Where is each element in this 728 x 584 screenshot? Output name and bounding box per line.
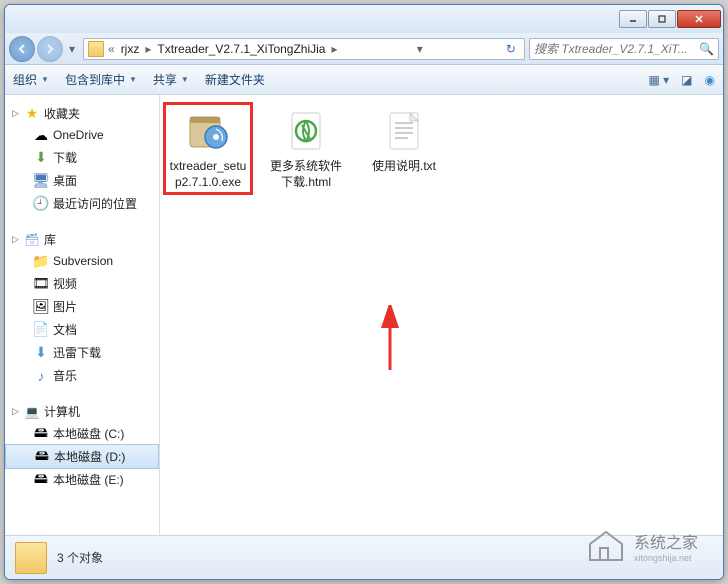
organize-label: 组织 (13, 71, 37, 88)
search-input[interactable] (534, 42, 695, 56)
favorites-label: 收藏夹 (44, 105, 80, 122)
file-item-installer[interactable]: txtreader_setup2.7.1.0.exe (168, 107, 248, 190)
music-icon: ♪ (33, 368, 49, 384)
file-label: txtreader_setup2.7.1.0.exe (168, 159, 248, 190)
sidebar-item-drive-d[interactable]: 🖴本地磁盘 (D:) (5, 444, 159, 469)
newfolder-label: 新建文件夹 (205, 71, 265, 88)
toolbar: 组织 ▼ 包含到库中 ▼ 共享 ▼ 新建文件夹 ▦ ▾ ◪ ◉ (5, 65, 723, 95)
folder-icon (88, 41, 104, 57)
computer-icon: 💻 (24, 404, 40, 420)
file-label: 更多系统软件下载.html (266, 159, 346, 190)
txt-icon (380, 107, 428, 155)
folder-icon (15, 542, 47, 574)
installer-icon (184, 107, 232, 155)
drive-icon: 🖴 (33, 426, 49, 442)
breadcrumb-item[interactable]: rjxz (119, 42, 142, 56)
download-icon: ⬇ (33, 150, 49, 166)
chevron-right-icon[interactable]: ▸ (331, 42, 337, 56)
sidebar-item-drive-c[interactable]: 🖴本地磁盘 (C:) (5, 422, 159, 445)
content-area: ▷ ★ 收藏夹 ☁OneDrive ⬇下载 🖥桌面 🕘最近访问的位置 ▷ 🗃 库… (5, 95, 723, 535)
library-icon: 🗃 (24, 232, 40, 248)
addressbar: ▾ « rjxz ▸ Txtreader_V2.7.1_XiTongZhiJia… (5, 33, 723, 65)
thunder-icon: ⬇ (33, 345, 49, 361)
recent-icon: 🕘 (33, 196, 49, 212)
include-in-library-menu[interactable]: 包含到库中 ▼ (65, 71, 137, 88)
star-icon: ★ (24, 106, 40, 122)
file-item-txt[interactable]: 使用说明.txt (364, 107, 444, 175)
computer-label: 计算机 (44, 403, 80, 420)
annotation-arrow (375, 305, 405, 375)
computer-header[interactable]: ▷ 💻 计算机 (5, 401, 159, 422)
help-button[interactable]: ◉ (705, 73, 715, 87)
sidebar-item-onedrive[interactable]: ☁OneDrive (5, 124, 159, 146)
status-text: 3 个对象 (57, 549, 103, 566)
sidebar-item-music[interactable]: ♪音乐 (5, 364, 159, 387)
view-options-button[interactable]: ▦ ▾ (648, 73, 669, 87)
close-button[interactable] (677, 10, 721, 28)
expand-icon: ▷ (11, 235, 20, 244)
breadcrumb-item[interactable]: Txtreader_V2.7.1_XiTongZhiJia (155, 42, 327, 56)
libraries-section: ▷ 🗃 库 📁Subversion 🎞视频 🖼图片 📄文档 ⬇迅雷下载 ♪音乐 (5, 229, 159, 387)
preview-pane-button[interactable]: ◪ (681, 73, 692, 87)
nav-buttons: ▾ (9, 36, 79, 62)
expand-icon: ▷ (11, 407, 20, 416)
libraries-header[interactable]: ▷ 🗃 库 (5, 229, 159, 250)
favorites-header[interactable]: ▷ ★ 收藏夹 (5, 103, 159, 124)
explorer-window: ▾ « rjxz ▸ Txtreader_V2.7.1_XiTongZhiJia… (4, 4, 724, 580)
svn-icon: 📁 (33, 253, 49, 269)
minimize-button[interactable] (619, 10, 647, 28)
sidebar-item-thunder[interactable]: ⬇迅雷下载 (5, 341, 159, 364)
include-label: 包含到库中 (65, 71, 125, 88)
share-label: 共享 (153, 71, 177, 88)
sidebar-item-desktop[interactable]: 🖥桌面 (5, 169, 159, 192)
files-grid: txtreader_setup2.7.1.0.exe 更多系统软件下载.html (160, 95, 723, 202)
sidebar-item-downloads[interactable]: ⬇下载 (5, 146, 159, 169)
documents-icon: 📄 (33, 322, 49, 338)
titlebar (5, 5, 723, 33)
file-item-html[interactable]: 更多系统软件下载.html (266, 107, 346, 190)
files-pane[interactable]: txtreader_setup2.7.1.0.exe 更多系统软件下载.html (160, 95, 723, 535)
nav-history-dropdown[interactable]: ▾ (65, 42, 79, 56)
chevron-down-icon: ▼ (41, 75, 49, 84)
sidebar-item-drive-e[interactable]: 🖴本地磁盘 (E:) (5, 468, 159, 491)
video-icon: 🎞 (33, 276, 49, 292)
pictures-icon: 🖼 (33, 299, 49, 315)
libraries-label: 库 (44, 231, 56, 248)
maximize-button[interactable] (648, 10, 676, 28)
cloud-icon: ☁ (33, 127, 49, 143)
refresh-button[interactable]: ↻ (502, 42, 520, 56)
nav-back-button[interactable] (9, 36, 35, 62)
search-icon[interactable]: 🔍 (699, 42, 714, 56)
sidebar-item-recent[interactable]: 🕘最近访问的位置 (5, 192, 159, 215)
chevron-down-icon: ▼ (129, 75, 137, 84)
sidebar-item-documents[interactable]: 📄文档 (5, 318, 159, 341)
sidebar-item-pictures[interactable]: 🖼图片 (5, 295, 159, 318)
breadcrumb[interactable]: « rjxz ▸ Txtreader_V2.7.1_XiTongZhiJia ▸… (83, 38, 525, 60)
chevron-down-icon: ▼ (181, 75, 189, 84)
chevron-right-icon[interactable]: ▸ (145, 42, 151, 56)
navigation-pane: ▷ ★ 收藏夹 ☁OneDrive ⬇下载 🖥桌面 🕘最近访问的位置 ▷ 🗃 库… (5, 95, 160, 535)
window-controls (619, 10, 721, 28)
breadcrumb-prefix[interactable]: « (108, 42, 115, 56)
new-folder-button[interactable]: 新建文件夹 (205, 71, 265, 88)
nav-forward-button[interactable] (37, 36, 63, 62)
sidebar-item-videos[interactable]: 🎞视频 (5, 272, 159, 295)
html-icon (282, 107, 330, 155)
toolbar-right: ▦ ▾ ◪ ◉ (648, 73, 715, 87)
drive-icon: 🖴 (33, 472, 49, 488)
organize-menu[interactable]: 组织 ▼ (13, 71, 49, 88)
file-label: 使用说明.txt (372, 159, 436, 175)
computer-section: ▷ 💻 计算机 🖴本地磁盘 (C:) 🖴本地磁盘 (D:) 🖴本地磁盘 (E:) (5, 401, 159, 491)
drive-icon: 🖴 (34, 449, 50, 465)
share-menu[interactable]: 共享 ▼ (153, 71, 189, 88)
statusbar: 3 个对象 (5, 535, 723, 579)
expand-icon: ▷ (11, 109, 20, 118)
searchbox: 🔍 (529, 38, 719, 60)
favorites-section: ▷ ★ 收藏夹 ☁OneDrive ⬇下载 🖥桌面 🕘最近访问的位置 (5, 103, 159, 215)
desktop-icon: 🖥 (33, 173, 49, 189)
sidebar-item-subversion[interactable]: 📁Subversion (5, 250, 159, 272)
breadcrumb-dropdown[interactable]: ▾ (417, 42, 423, 56)
